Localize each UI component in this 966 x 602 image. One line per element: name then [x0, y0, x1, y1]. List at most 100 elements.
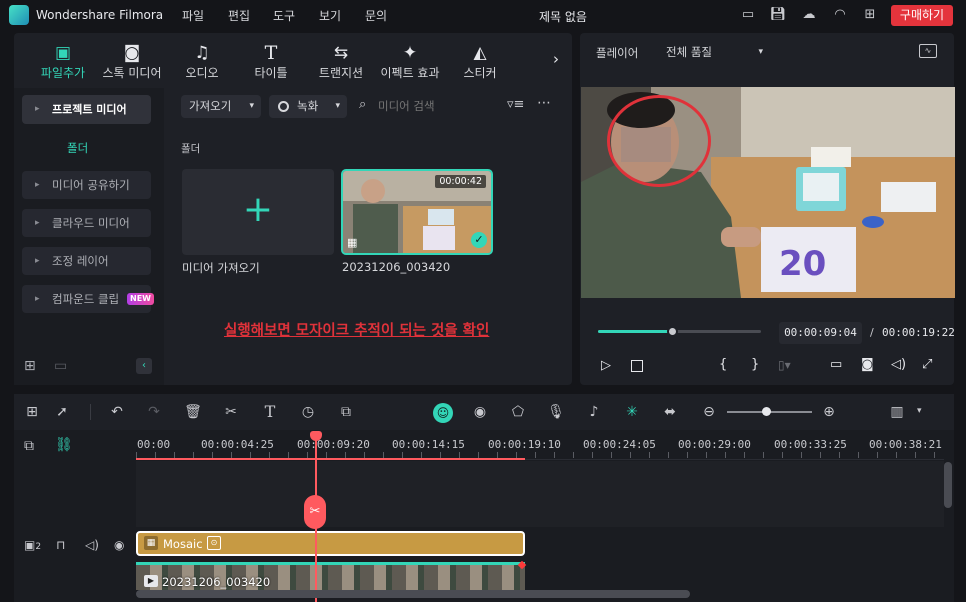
scissors-icon[interactable]: ✂ [221, 402, 241, 422]
folder-icon[interactable]: ▭ [54, 358, 67, 374]
time-separator: / [870, 326, 874, 339]
mark-out-icon[interactable]: } [751, 357, 759, 372]
menu-help[interactable]: 문의 [365, 7, 387, 24]
zoom-in-icon[interactable]: ⊕ [819, 402, 839, 422]
track-volume-icon[interactable]: ◁) [85, 538, 99, 552]
ruler-label-0: 00:00 [137, 438, 171, 451]
video-preview[interactable]: 20 [581, 87, 955, 298]
sidebar-item-share-media[interactable]: 미디어 공유하기 [22, 171, 151, 199]
play-icon[interactable]: ▷ [601, 358, 611, 373]
chevron-right-icon[interactable]: › [553, 50, 559, 68]
add-track-icon[interactable]: ⧉ [24, 438, 34, 454]
marker-icon[interactable]: ⬠ [508, 402, 528, 422]
sidebar-item-folder[interactable]: 폴더 [67, 140, 88, 156]
delete-icon[interactable]: 🗑︎ [183, 402, 203, 422]
zoom-out-icon[interactable]: ⊖ [699, 402, 719, 422]
import-media-tile[interactable]: + [182, 169, 334, 255]
project-title: 제목 없음 [539, 10, 587, 24]
work-area-bar [136, 458, 525, 460]
svg-text:20: 20 [779, 244, 826, 284]
audio-music-icon[interactable]: ♪ [584, 402, 604, 422]
headset-icon[interactable]: ◠ [831, 6, 849, 24]
cloud-upload-icon[interactable]: ☁ [800, 6, 818, 24]
empty-track-area[interactable] [136, 461, 944, 527]
fullscreen-icon[interactable]: ⤢ [922, 357, 932, 372]
media-search-input[interactable] [378, 96, 493, 116]
display-settings-icon[interactable]: ▭ [830, 357, 842, 372]
new-folder-icon[interactable]: ⊞ [24, 358, 36, 374]
fit-timeline-icon[interactable]: ⬌ [660, 402, 680, 422]
chevron-down-icon[interactable]: ▾ [917, 406, 922, 416]
transition-icon: ⇆ [333, 43, 349, 63]
redo-icon[interactable]: ↷ [144, 402, 164, 422]
tab-transitions-label: 트랜지션 [318, 66, 364, 80]
microphone-icon[interactable]: 🎙︎ [546, 402, 566, 422]
tab-stock-media[interactable]: ◙ 스톡 미디어 [96, 42, 168, 81]
sidebar-item-project-media[interactable]: 프로젝트 미디어 [22, 95, 151, 124]
playback-progress-handle[interactable] [666, 326, 678, 337]
waveform-monitor-icon[interactable]: ∿ [919, 44, 937, 58]
zoom-slider-track[interactable] [727, 407, 812, 416]
quality-dropdown[interactable]: 전체 품질 ▾ [658, 41, 770, 63]
ruler-label-6: 00:00:29:00 [678, 438, 751, 451]
mark-in-icon[interactable]: { [719, 357, 727, 372]
text-icon[interactable]: T [260, 402, 280, 422]
playback-progress-track[interactable] [598, 326, 761, 337]
record-dropdown[interactable]: 녹화 ▾ [269, 95, 347, 118]
tab-transitions[interactable]: ⇆ 트랜지션 [305, 42, 377, 81]
collapse-sidebar-button[interactable]: ‹ [136, 358, 152, 374]
camera-snapshot-icon[interactable]: ◙ [861, 357, 874, 372]
snapshot-marker-icon[interactable]: ▯▾ [778, 358, 791, 372]
zoom-slider-handle[interactable] [762, 407, 771, 416]
video-track-icon: ▣2 [24, 538, 42, 552]
vertical-scrollbar[interactable] [944, 462, 952, 508]
record-icon [278, 101, 289, 112]
menu-view[interactable]: 보기 [319, 7, 341, 24]
horizontal-scrollbar[interactable] [136, 590, 690, 598]
volume-icon[interactable]: ◁) [891, 357, 906, 372]
menu-edit[interactable]: 편집 [228, 7, 250, 24]
face-mosaic-icon[interactable]: ☺ [433, 403, 453, 423]
eye-icon[interactable]: ◉ [114, 538, 124, 552]
sidebar-item-cloud-media[interactable]: 클라우드 미디어 [22, 209, 151, 237]
track-number: 2 [35, 542, 42, 552]
sidebar-item-adjustment-layer[interactable]: 조정 레이어 [22, 247, 151, 275]
mosaic-clip-label: Mosaic [163, 537, 203, 551]
ai-tools-icon[interactable]: ⧉ [336, 402, 356, 422]
timeline-settings-icon[interactable]: ▥ [887, 402, 907, 422]
split-scissors-button[interactable]: ✂ [304, 495, 326, 529]
video-clip-label: 20231206_003420 [162, 575, 271, 589]
tab-titles[interactable]: T 타이틀 [235, 42, 307, 81]
select-cursor-icon[interactable]: ➚ [52, 402, 72, 422]
tab-stickers[interactable]: ◭ 스티커 [444, 42, 516, 81]
layout-icon[interactable]: ▭ [739, 6, 757, 24]
buy-button[interactable]: 구매하기 [891, 5, 953, 26]
speed-timer-icon[interactable]: ◷ [298, 402, 318, 422]
tab-audio[interactable]: ♫ 오디오 [166, 42, 238, 81]
video-clip[interactable]: ▶ 20231206_003420 [136, 562, 525, 590]
tab-stock-media-label: 스톡 미디어 [102, 66, 162, 80]
import-dropdown[interactable]: 가져오기 ▾ [181, 95, 261, 118]
media-clip-thumbnail[interactable]: 00:00:42 ▦ ✓ [341, 169, 493, 255]
chevron-down-icon: ▾ [335, 101, 340, 111]
music-note-icon: ♫ [194, 43, 210, 63]
link-icon[interactable]: ⛓︎ [55, 437, 73, 453]
more-options-icon[interactable]: ⋯ [537, 95, 551, 111]
ruler-label-7: 00:00:33:25 [774, 438, 847, 451]
layout-grid-icon[interactable]: ⊞ [22, 402, 42, 422]
snap-magnet-icon[interactable]: ✳ [622, 402, 642, 422]
stop-icon[interactable] [631, 360, 643, 372]
menu-file[interactable]: 파일 [182, 7, 204, 24]
title-bar: Wondershare Filmora 파일 편집 도구 보기 문의 제목 없음… [0, 0, 966, 30]
render-preview-icon[interactable]: ◉ [470, 402, 490, 422]
save-icon[interactable]: 💾︎ [769, 6, 787, 24]
filter-icon[interactable]: ▿≡ [507, 97, 524, 112]
plus-icon: + [242, 189, 274, 230]
mosaic-effect-clip[interactable]: ▦ Mosaic ⊙ [136, 531, 525, 556]
menu-tools[interactable]: 도구 [273, 7, 295, 24]
tab-media[interactable]: ▣ 파일추가 [27, 42, 99, 81]
apps-grid-icon[interactable]: ⊞ [861, 6, 879, 24]
lock-icon[interactable]: ⊓ [56, 538, 65, 552]
undo-icon[interactable]: ↶ [107, 402, 127, 422]
tab-effects[interactable]: ✦ 이펙트 효과 [374, 42, 446, 81]
